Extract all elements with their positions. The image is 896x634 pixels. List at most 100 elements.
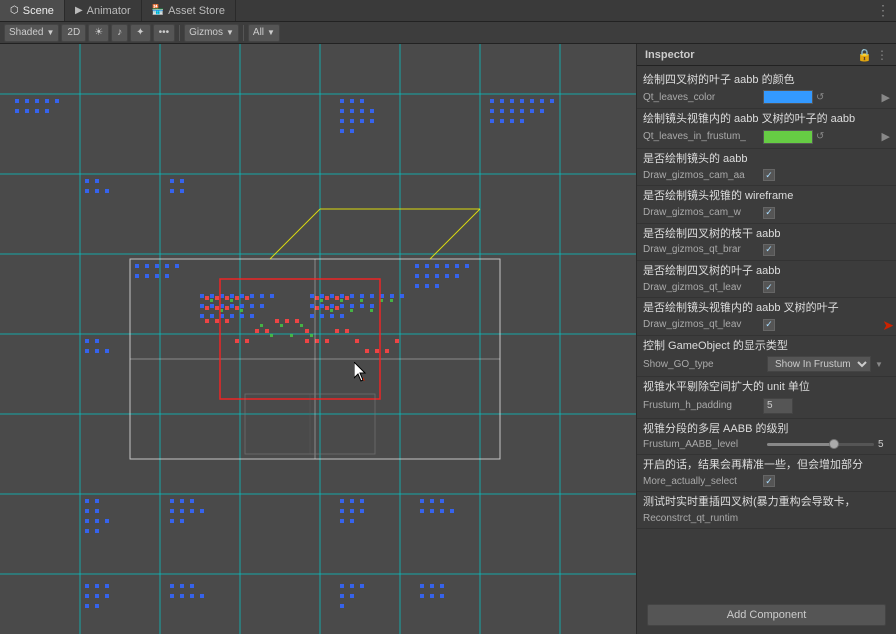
prop-qt-leaf-frustum-label: 是否绘制镜头视锥内的 aabb 叉树的叶子 — [643, 301, 890, 316]
red-cursor-icon: ➤ — [882, 317, 894, 334]
toolbar-sep-1 — [179, 25, 180, 41]
prop-rebuild-runtime-row: Reconstrct_qt_runtim — [643, 513, 890, 524]
inspector-header: Inspector 🔒 ⋮ — [637, 44, 896, 66]
prop-qt-branch-aabb: 是否绘制四叉树的枝干 aabb Draw_gizmos_qt_brar — [637, 224, 896, 261]
aabb-slider-thumb — [829, 439, 839, 449]
prop-go-display-row: Show_GO_type Show In Frustum Show All Hi… — [643, 356, 890, 372]
color-picker-blue[interactable] — [763, 90, 813, 104]
prop-rebuild-runtime-name: Reconstrct_qt_runtim — [643, 513, 763, 524]
tab-animator[interactable]: ▶ Animator — [65, 0, 142, 21]
prop-aabb-level-label: 视锥分段的多层 AABB 的级别 — [643, 422, 890, 437]
prop-qt-leaf-aabb: 是否绘制四叉树的叶子 aabb Draw_gizmos_qt_leav — [637, 261, 896, 298]
toolbar-sep-2 — [243, 25, 244, 41]
color2-reset-icon[interactable]: ↺ — [816, 131, 824, 142]
prop-cam-aabb: 是否绘制镜头的 aabb Draw_gizmos_cam_aa — [637, 149, 896, 186]
scene-svg — [0, 44, 636, 634]
tab-assetstore[interactable]: 🏪 Asset Store — [142, 0, 236, 21]
color-picker-green[interactable] — [763, 130, 813, 144]
prop-rebuild-runtime-label: 测试时实时重插四叉树(暴力重构会导致卡， — [643, 495, 890, 510]
prop-cam-wireframe: 是否绘制镜头视锥的 wireframe Draw_gizmos_cam_w — [637, 186, 896, 223]
color2-expand-icon[interactable]: ▶ — [882, 130, 890, 143]
inspector-menu-icon[interactable]: ⋮ — [876, 48, 888, 62]
all-chevron: ▼ — [267, 28, 275, 37]
prop-leaves-frustum: 绘制镜头视锥内的 aabb 叉树的叶子的 aabb Qt_leaves_in_f… — [637, 109, 896, 148]
prop-leaves-color: 绘制四叉树的叶子 aabb 的颜色 Qt_leaves_color ↺ ▶ — [637, 70, 896, 109]
dots-btn[interactable]: ••• — [153, 24, 176, 42]
prop-aabb-level-name: Frustum_AABB_level — [643, 439, 763, 450]
tab-scene[interactable]: ⬡ Scene — [0, 0, 65, 21]
prop-qt-branch-aabb-row: Draw_gizmos_qt_brar — [643, 244, 890, 256]
prop-leaves-frustum-row: Qt_leaves_in_frustum_ ↺ ▶ — [643, 130, 890, 144]
prop-qt-leaf-frustum-row: Draw_gizmos_qt_leav ➤ — [643, 319, 890, 331]
prop-cam-wireframe-label: 是否绘制镜头视锥的 wireframe — [643, 189, 890, 204]
prop-leaves-color-row: Qt_leaves_color ↺ ▶ — [643, 90, 890, 104]
prop-go-display-name: Show_GO_type — [643, 359, 763, 370]
prop-h-padding-row: Frustum_h_padding — [643, 398, 890, 414]
prop-qt-leaf-aabb-name: Draw_gizmos_qt_leav — [643, 282, 763, 293]
prop-aabb-level-row: Frustum_AABB_level 5 — [643, 439, 890, 450]
aabb-level-slider[interactable] — [767, 443, 874, 446]
prop-h-padding-name: Frustum_h_padding — [643, 400, 763, 411]
color-expand-icon[interactable]: ▶ — [882, 91, 890, 104]
go-display-select[interactable]: Show In Frustum Show All Hide All — [767, 356, 871, 372]
top-bar: ⬡ Scene ▶ Animator 🏪 Asset Store ⋮ — [0, 0, 896, 22]
qt-branch-aabb-checkbox[interactable] — [763, 244, 775, 256]
2d-toggle[interactable]: 2D — [61, 24, 86, 42]
h-padding-input[interactable] — [763, 398, 793, 414]
inspector-title: Inspector — [645, 49, 695, 61]
qt-leaf-aabb-checkbox[interactable] — [763, 281, 775, 293]
gizmos-dropdown[interactable]: Gizmos ▼ — [184, 24, 239, 42]
inspector-body: 绘制四叉树的叶子 aabb 的颜色 Qt_leaves_color ↺ ▶ 绘制… — [637, 66, 896, 596]
color-reset-icon[interactable]: ↺ — [816, 92, 824, 103]
prop-qt-leaf-aabb-label: 是否绘制四叉树的叶子 aabb — [643, 264, 890, 279]
main-area: Inspector 🔒 ⋮ 绘制四叉树的叶子 aabb 的颜色 Qt_leave… — [0, 44, 896, 634]
prop-h-padding: 视锥水平剔除空间扩大的 unit 单位 Frustum_h_padding — [637, 377, 896, 418]
prop-cam-aabb-name: Draw_gizmos_cam_aa — [643, 170, 763, 181]
prop-go-display-label: 控制 GameObject 的显示类型 — [643, 339, 890, 354]
audio-btn[interactable]: ♪ — [111, 24, 128, 42]
add-component-button[interactable]: Add Component — [647, 604, 886, 626]
aabb-level-value: 5 — [878, 439, 890, 450]
prop-accurate-select-name: More_actually_select — [643, 476, 763, 487]
prop-cam-aabb-row: Draw_gizmos_cam_aa — [643, 169, 890, 181]
all-dropdown[interactable]: All ▼ — [248, 24, 280, 42]
prop-cam-wireframe-name: Draw_gizmos_cam_w — [643, 207, 763, 218]
prop-accurate-select-row: More_actually_select — [643, 475, 890, 487]
qt-leaf-frustum-checkbox[interactable] — [763, 319, 775, 331]
prop-rebuild-runtime: 测试时实时重插四叉树(暴力重构会导致卡， Reconstrct_qt_runti… — [637, 492, 896, 528]
shading-dropdown[interactable]: Shaded ▼ — [4, 24, 59, 42]
accurate-select-checkbox[interactable] — [763, 475, 775, 487]
scene-icon: ⬡ — [10, 5, 19, 16]
inspector-panel: Inspector 🔒 ⋮ 绘制四叉树的叶子 aabb 的颜色 Qt_leave… — [636, 44, 896, 634]
light-btn[interactable]: ☀ — [88, 24, 109, 42]
prop-accurate-select-label: 开启的话，结果会再精准一些，但会增加部分 — [643, 458, 890, 473]
prop-h-padding-label: 视锥水平剔除空间扩大的 unit 单位 — [643, 380, 890, 395]
cam-aabb-checkbox[interactable] — [763, 169, 775, 181]
scene-toolbar: Shaded ▼ 2D ☀ ♪ ✦ ••• Gizmos ▼ All ▼ — [0, 22, 896, 44]
prop-aabb-level: 视锥分段的多层 AABB 的级别 Frustum_AABB_level 5 — [637, 419, 896, 455]
top-bar-controls: ⋮ — [870, 2, 896, 19]
prop-qt-leaf-frustum-name: Draw_gizmos_qt_leav — [643, 319, 763, 330]
prop-qt-branch-aabb-label: 是否绘制四叉树的枝干 aabb — [643, 227, 890, 242]
go-display-chevron: ▼ — [875, 360, 883, 369]
prop-accurate-select: 开启的话，结果会再精准一些，但会增加部分 More_actually_selec… — [637, 455, 896, 492]
shading-chevron: ▼ — [46, 28, 54, 37]
lock-icon[interactable]: 🔒 — [857, 48, 872, 62]
animator-icon: ▶ — [75, 5, 83, 16]
fx-btn[interactable]: ✦ — [130, 24, 150, 42]
scene-view[interactable] — [0, 44, 636, 634]
gizmos-chevron: ▼ — [226, 28, 234, 37]
prop-leaves-color-label: 绘制四叉树的叶子 aabb 的颜色 — [643, 73, 890, 88]
prop-qt-branch-aabb-name: Draw_gizmos_qt_brar — [643, 244, 763, 255]
assetstore-icon: 🏪 — [152, 5, 164, 16]
inspector-header-icons: 🔒 ⋮ — [857, 48, 888, 62]
more-options-icon[interactable]: ⋮ — [876, 2, 890, 19]
prop-qt-leaf-frustum: 是否绘制镜头视锥内的 aabb 叉树的叶子 Draw_gizmos_qt_lea… — [637, 298, 896, 335]
prop-leaves-color-name: Qt_leaves_color — [643, 92, 763, 103]
canvas-area[interactable] — [0, 44, 636, 634]
prop-leaves-frustum-label: 绘制镜头视锥内的 aabb 叉树的叶子的 aabb — [643, 112, 890, 127]
prop-qt-leaf-aabb-row: Draw_gizmos_qt_leav — [643, 281, 890, 293]
cam-wireframe-checkbox[interactable] — [763, 207, 775, 219]
prop-leaves-frustum-name: Qt_leaves_in_frustum_ — [643, 131, 763, 142]
prop-go-display: 控制 GameObject 的显示类型 Show_GO_type Show In… — [637, 336, 896, 377]
